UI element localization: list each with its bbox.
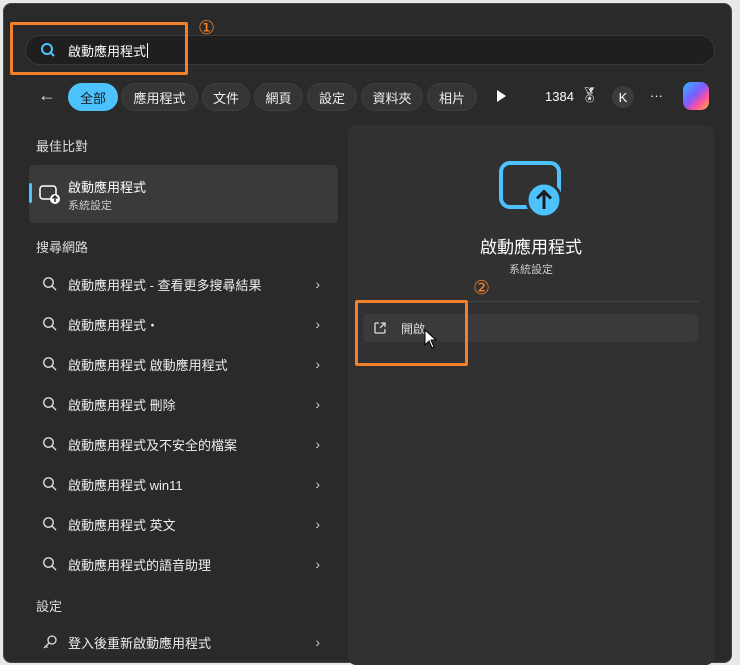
chevron-right-icon: ›	[315, 356, 320, 372]
tab-documents[interactable]: 文件	[202, 83, 250, 111]
chevron-right-icon: ›	[315, 436, 320, 452]
tab-settings[interactable]: 設定	[307, 83, 357, 111]
chevron-right-icon: ›	[315, 316, 320, 332]
search-icon	[42, 356, 58, 372]
web-search-label: 啟動應用程式 win11	[68, 477, 183, 493]
more-options-button[interactable]: ···	[650, 88, 663, 103]
selection-indicator	[29, 183, 32, 203]
avatar[interactable]: K	[612, 86, 634, 108]
play-more-icon[interactable]	[497, 90, 506, 102]
search-icon	[42, 276, 58, 292]
key-icon	[42, 634, 58, 650]
web-search-result[interactable]: 啟動應用程式 啟動應用程式 ›	[30, 346, 338, 382]
web-search-label: 啟動應用程式 啟動應用程式	[68, 357, 228, 373]
back-button[interactable]: ←	[38, 85, 56, 106]
web-search-result[interactable]: 啟動應用程式 win11 ›	[30, 466, 338, 502]
tab-all[interactable]: 全部	[68, 83, 118, 111]
web-search-label: 啟動應用程式 英文	[68, 517, 176, 533]
annotation-number-2: ②	[473, 278, 491, 299]
best-match-heading: 最佳比對	[36, 139, 89, 154]
settings-result[interactable]: 登入後重新啟動應用程式 ›	[30, 624, 338, 660]
settings-result-label: 登入後重新啟動應用程式	[68, 635, 212, 651]
web-search-label: 啟動應用程式及不安全的檔案	[68, 437, 238, 453]
tab-photos[interactable]: 相片	[427, 83, 477, 111]
web-search-result[interactable]: 啟動應用程式・ ›	[30, 306, 338, 342]
web-search-heading: 搜尋網路	[36, 240, 89, 255]
search-icon	[42, 516, 58, 532]
web-search-label: 啟動應用程式 刪除	[68, 397, 176, 413]
web-search-result[interactable]: 啟動應用程式及不安全的檔案 ›	[30, 426, 338, 462]
web-search-result[interactable]: 啟動應用程式 - 查看更多搜尋結果 ›	[30, 266, 338, 302]
annotation-box-2	[355, 300, 468, 366]
tab-web[interactable]: 網頁	[254, 83, 303, 111]
search-icon	[42, 556, 58, 572]
search-icon	[42, 436, 58, 452]
web-search-label: 啟動應用程式 - 查看更多搜尋結果	[68, 277, 262, 293]
search-icon	[42, 396, 58, 412]
search-icon	[42, 476, 58, 492]
chevron-right-icon: ›	[315, 396, 320, 412]
search-icon	[42, 316, 58, 332]
web-search-label: 啟動應用程式・	[68, 317, 160, 333]
best-match-subtitle: 系統設定	[68, 200, 112, 212]
chevron-right-icon: ›	[315, 556, 320, 572]
tab-folders[interactable]: 資料夾	[361, 83, 423, 111]
medal-icon: 🏅︎	[580, 87, 600, 104]
startup-apps-icon	[39, 185, 60, 204]
web-search-result[interactable]: 啟動應用程式 刪除 ›	[30, 386, 338, 422]
copilot-icon[interactable]	[683, 82, 709, 110]
web-search-result[interactable]: 啟動應用程式的語音助理 ›	[30, 546, 338, 582]
best-match-title: 啟動應用程式	[68, 180, 147, 195]
rewards-points[interactable]: 1384	[545, 89, 574, 104]
preview-subtitle: 系統設定	[509, 264, 553, 276]
annotation-number-1: ①	[198, 18, 216, 39]
web-search-result[interactable]: 啟動應用程式 英文 ›	[30, 506, 338, 542]
tab-apps[interactable]: 應用程式	[121, 83, 198, 111]
web-search-label: 啟動應用程式的語音助理	[68, 557, 212, 573]
chevron-right-icon: ›	[315, 634, 320, 650]
preview-title: 啟動應用程式	[480, 238, 582, 257]
startup-apps-large-icon	[499, 161, 563, 218]
chevron-right-icon: ›	[315, 516, 320, 532]
chevron-right-icon: ›	[315, 276, 320, 292]
annotation-box-1	[10, 22, 188, 75]
chevron-right-icon: ›	[315, 476, 320, 492]
settings-heading: 設定	[36, 599, 63, 614]
